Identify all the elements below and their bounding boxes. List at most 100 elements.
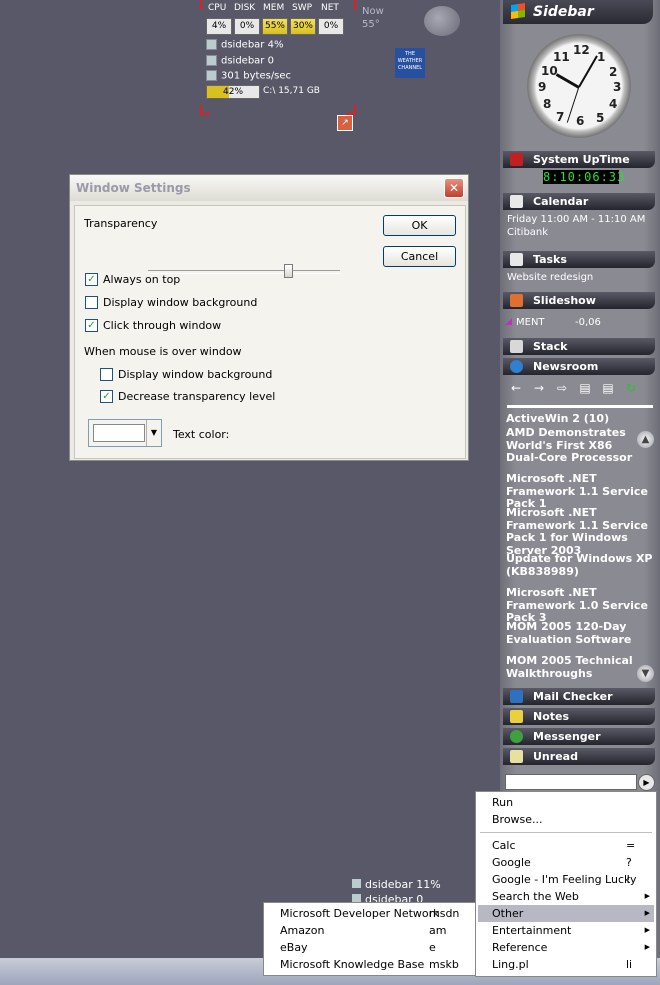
panel-notes[interactable]: Notes [503,708,655,725]
weather-channel-logo[interactable]: THE WEATHER CHANNEL [395,48,425,78]
menu-item-reference[interactable]: Reference ▶ [478,939,654,956]
windows-logo-icon [511,3,525,19]
chevron-down-icon[interactable]: ▼ [146,420,161,446]
run-input[interactable] [505,774,637,790]
news-item[interactable]: MOM 2005 120-Day Evaluation Software [506,620,654,646]
news-item[interactable]: Microsoft .NET Framework 1.0 Service Pac… [506,586,654,625]
frame-corner [346,105,356,115]
submenu-arrow-icon: ▶ [644,926,650,934]
menu-item-entertainment[interactable]: Entertainment ▶ [478,922,654,939]
transparency-slider-thumb[interactable] [284,264,293,278]
menu-item-other[interactable]: Other ▶ [478,905,654,922]
panel-messenger[interactable]: Messenger [503,728,655,745]
panel-system-uptime[interactable]: System UpTime [503,151,655,168]
news-item[interactable]: Microsoft .NET Framework 1.1 Service Pac… [506,506,654,557]
forward-arrow-icon[interactable]: → [532,381,546,395]
task-item[interactable]: Website redesign [507,272,593,283]
tasks-icon [510,253,523,266]
net-value: 0% [318,18,344,35]
sidebar-title-bar[interactable]: Sidebar [503,0,653,24]
clock-hour-hand [555,73,580,89]
panel-slideshow[interactable]: Slideshow [503,292,655,309]
news-item[interactable]: Microsoft .NET Framework 1.1 Service Pac… [506,472,654,511]
click-through-checkbox[interactable]: ✓ [85,319,98,332]
frame-corner [200,105,210,115]
scroll-up-icon[interactable]: ▲ [637,431,654,448]
ok-button[interactable]: OK [383,215,456,236]
dialog-title-bar[interactable]: Window Settings ✕ [70,175,468,201]
disk-row: dsidebar 0 [206,55,274,67]
cancel-button[interactable]: Cancel [383,246,456,267]
panel-newsroom[interactable]: Newsroom [503,358,655,375]
mouseover-display-background-checkbox[interactable] [100,368,113,381]
globe-icon [510,360,523,373]
submenu-item-msdn[interactable]: Microsoft Developer Network msdn [266,905,476,922]
process-icon [352,879,361,888]
swp-header: SWP [292,3,313,13]
disk-info: C:\ 15,71 GB [263,86,320,96]
clock-numeral: 12 [573,43,590,57]
clock-numeral: 9 [538,80,547,94]
run-menu: Run Browse... Calc = Google? Google - I'm… [475,791,657,977]
submenu-arrow-icon: ▶ [644,892,650,900]
mail-icon [510,690,523,703]
ghost-monitor-row: dsidebar 11% [352,878,441,891]
clock-numeral: 2 [609,65,618,79]
menu-item-calc[interactable]: Calc = [478,837,654,854]
read-book-icon[interactable]: ▤ [601,381,615,395]
panel-tasks[interactable]: Tasks [503,251,655,268]
close-button[interactable]: ✕ [444,178,464,198]
panel-unread[interactable]: Unread [503,748,655,765]
menu-item-search-web[interactable]: Search the Web ▶ [478,888,654,905]
menu-item-ling[interactable]: Ling.pl li [478,956,654,973]
news-item[interactable]: ActiveWin 2 (10) [506,412,654,426]
scroll-down-icon[interactable]: ▼ [637,665,654,682]
slideshow-icon [510,294,523,307]
always-on-top-label[interactable]: Always on top [103,273,180,286]
uptime-arrow-icon [510,153,523,166]
reload-icon[interactable]: ↻ [624,381,638,395]
menu-item-google[interactable]: Google? [478,854,654,871]
disk-icon [206,55,217,66]
news-item[interactable]: MOM 2005 Technical Walkthroughs [506,654,636,680]
run-menu-button[interactable]: ▶ [638,774,655,791]
menu-item-google-lucky[interactable]: Google - I'm Feeling Lucky! [478,871,654,888]
display-background-checkbox[interactable] [85,296,98,309]
net-header: NET [321,3,339,13]
menu-item-run[interactable]: Run [478,794,654,811]
feeds-list-icon[interactable]: ▤ [578,381,592,395]
panel-stack[interactable]: Stack [503,338,655,355]
mem-value: 55% [262,18,288,35]
submenu-item-mskb[interactable]: Microsoft Knowledge Base mskb [266,956,476,973]
news-item[interactable]: Update for Windows XP (KB838989) [506,552,654,578]
text-color-label: Text color: [173,428,230,441]
cloud-icon [424,6,460,36]
menu-item-browse[interactable]: Browse... [478,811,654,828]
back-arrow-icon[interactable]: ← [509,381,523,395]
menu-separator [480,832,652,833]
decrease-transparency-checkbox[interactable]: ✓ [100,390,113,403]
panel-mail-checker[interactable]: Mail Checker [503,688,655,705]
news-item[interactable]: AMD Demonstrates World's First X86 Dual-… [506,426,636,465]
mouseover-display-background-label[interactable]: Display window background [118,368,272,381]
calendar-event-time[interactable]: Friday 11:00 AM - 11:10 AM [507,214,645,225]
clock-numeral: 3 [613,80,622,94]
analog-clock: 12 1 2 3 4 5 6 7 8 9 10 11 [527,34,631,138]
refresh-feed-icon[interactable]: ⇨ [555,381,569,395]
submenu-item-amazon[interactable]: Amazon am [266,922,476,939]
expand-arrow-button[interactable]: ↗ [337,115,353,131]
decrease-transparency-label[interactable]: Decrease transparency level [118,390,275,403]
text-color-picker[interactable]: ▼ [88,419,162,447]
stock-symbol[interactable]: MENT [516,317,545,328]
click-through-label[interactable]: Click through window [103,319,221,332]
window-settings-dialog: Window Settings ✕ Transparency OK Cancel… [69,174,469,461]
submenu-item-ebay[interactable]: eBay e [266,939,476,956]
always-on-top-checkbox[interactable]: ✓ [85,273,98,286]
stock-change: -0,06 [575,317,601,328]
display-background-label[interactable]: Display window background [103,296,257,309]
calendar-event-place[interactable]: Citibank [507,227,548,238]
sidebar-title: Sidebar [533,4,594,20]
panel-calendar[interactable]: Calendar [503,193,655,210]
text-color-swatch [93,424,145,442]
calendar-icon [510,195,523,208]
